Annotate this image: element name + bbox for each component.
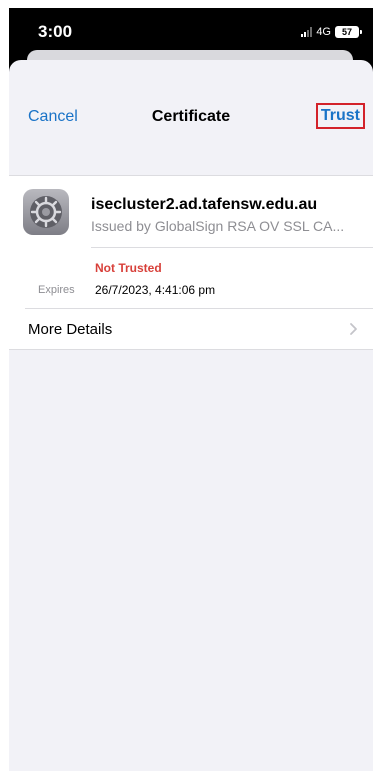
more-details-row[interactable]: More Details	[9, 309, 373, 351]
certificate-sheet: Cancel Certificate Trust isecluster2.ad.…	[9, 60, 373, 771]
certificate-issuer: Issued by GlobalSign RSA OV SSL CA...	[91, 218, 345, 234]
expires-value: 26/7/2023, 4:41:06 pm	[95, 283, 216, 297]
network-type: 4G	[316, 26, 331, 38]
certificate-name: isecluster2.ad.tafensw.edu.au	[91, 196, 318, 213]
status-indicators: 4G 57	[301, 26, 362, 38]
chevron-right-icon	[350, 323, 357, 335]
settings-gear-icon	[23, 189, 69, 235]
certificate-summary: isecluster2.ad.tafensw.edu.au Issued by …	[9, 176, 373, 248]
battery-icon: 57	[335, 26, 362, 38]
trust-status: Not Trusted	[95, 261, 162, 275]
expires-label: Expires	[38, 284, 75, 296]
certificate-card: isecluster2.ad.tafensw.edu.au Issued by …	[9, 175, 373, 350]
more-details-label: More Details	[28, 321, 113, 338]
trust-button[interactable]: Trust	[315, 103, 365, 129]
cellular-signal-icon	[301, 27, 313, 37]
divider	[91, 247, 373, 248]
navigation-bar: Cancel Certificate Trust	[9, 96, 373, 140]
status-time: 3:00	[38, 22, 73, 41]
